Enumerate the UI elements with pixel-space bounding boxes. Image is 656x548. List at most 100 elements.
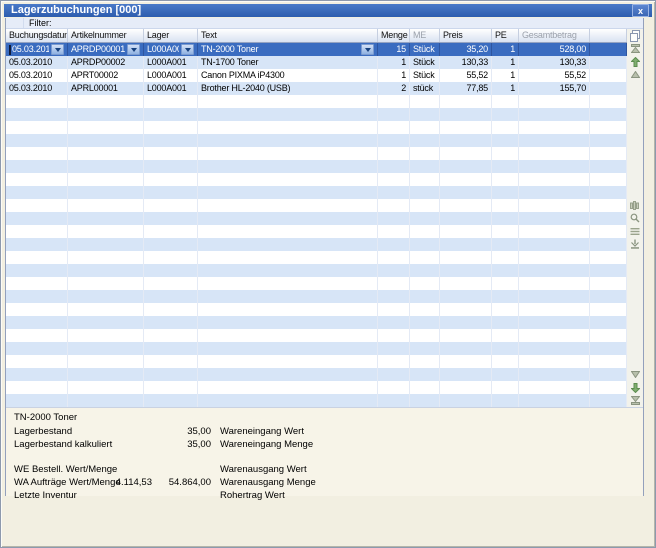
cell-preis xyxy=(440,316,492,329)
cell-me xyxy=(410,134,440,147)
filter-bar[interactable]: Filter: xyxy=(6,18,643,29)
table-row-empty[interactable] xyxy=(6,303,627,316)
table-row-empty[interactable] xyxy=(6,95,627,108)
cell-preis xyxy=(440,290,492,303)
cell-text xyxy=(198,368,378,381)
cell-me xyxy=(410,303,440,316)
table-row-empty[interactable] xyxy=(6,225,627,238)
cell-menge xyxy=(378,212,410,225)
table-row-empty[interactable] xyxy=(6,212,627,225)
table-row-empty[interactable] xyxy=(6,277,627,290)
cell-text: Canon PIXMA iP4300 xyxy=(198,69,378,82)
table-row-empty[interactable] xyxy=(6,147,627,160)
cell-lager: L000A001 xyxy=(144,56,198,69)
cell-lager xyxy=(144,121,198,134)
cell-pe xyxy=(492,173,519,186)
summary-article: TN-2000 Toner xyxy=(14,412,77,424)
cell-preis xyxy=(440,225,492,238)
search-icon[interactable] xyxy=(627,212,643,225)
table-row-empty[interactable] xyxy=(6,108,627,121)
table-row-empty[interactable] xyxy=(6,316,627,329)
cell-me xyxy=(410,368,440,381)
cell-gesamtbetrag xyxy=(519,147,590,160)
cell-pe xyxy=(492,186,519,199)
column-header-artikelnummer[interactable]: Artikelnummer xyxy=(68,29,144,42)
table-row[interactable]: 05.03.2010APRDP00001L000A001TN-2000 Tone… xyxy=(6,43,627,56)
column-header-buchungsdatum[interactable]: Buchungsdatum xyxy=(6,29,68,42)
titlebar[interactable]: Lagerzubuchungen [000] x xyxy=(4,4,652,17)
chevron-down-icon[interactable] xyxy=(127,44,140,55)
cell-gesamtbetrag xyxy=(519,199,590,212)
table-row-empty[interactable] xyxy=(6,173,627,186)
table-row-empty[interactable] xyxy=(6,342,627,355)
column-header-gesamtbetrag[interactable]: Gesamtbetrag xyxy=(519,29,590,42)
cell-me xyxy=(410,95,440,108)
table-row-empty[interactable] xyxy=(6,394,627,407)
summary-row: Letzte InventurRohertrag Wert xyxy=(6,489,643,502)
cell-preis xyxy=(440,134,492,147)
column-header-lager[interactable]: Lager xyxy=(144,29,198,42)
cell-text xyxy=(198,329,378,342)
table-row-empty[interactable] xyxy=(6,329,627,342)
column-header-spacer[interactable] xyxy=(590,29,627,42)
chevron-down-icon[interactable] xyxy=(51,44,64,55)
cell-pe xyxy=(492,303,519,316)
cell-me: Stück xyxy=(410,43,440,56)
table-row-empty[interactable] xyxy=(6,199,627,212)
table-row-empty[interactable] xyxy=(6,134,627,147)
cell-buchungsdatum xyxy=(6,329,68,342)
table-row-empty[interactable] xyxy=(6,121,627,134)
table-row[interactable]: 05.03.2010APRL00001L000A001Brother HL-20… xyxy=(6,82,627,95)
columns-icon[interactable] xyxy=(627,199,643,212)
row-up-icon[interactable] xyxy=(627,68,643,81)
scroll-bottom-icon[interactable] xyxy=(627,394,643,407)
cell-menge xyxy=(378,225,410,238)
column-header-preis[interactable]: Preis xyxy=(440,29,492,42)
cell-artikelnummer xyxy=(68,134,144,147)
cell-menge xyxy=(378,264,410,277)
cell-menge xyxy=(378,238,410,251)
scroll-top-icon[interactable] xyxy=(627,42,643,55)
table-row-empty[interactable] xyxy=(6,290,627,303)
column-header-pe[interactable]: PE xyxy=(492,29,519,42)
table-row-empty[interactable] xyxy=(6,355,627,368)
summary-label: Lagerbestand xyxy=(14,425,72,438)
table-row-empty[interactable] xyxy=(6,160,627,173)
filter-label: Filter: xyxy=(24,18,52,29)
cell-buchungsdatum xyxy=(6,303,68,316)
table-row-empty[interactable] xyxy=(6,368,627,381)
column-header-me[interactable]: ME xyxy=(410,29,440,42)
cell-pe xyxy=(492,225,519,238)
cell-artikelnummer xyxy=(68,108,144,121)
close-button[interactable]: x xyxy=(632,4,649,17)
chevron-down-icon[interactable] xyxy=(181,44,194,55)
table-row[interactable]: 05.03.2010APRDP00002L000A001TN-1700 Tone… xyxy=(6,56,627,69)
cell-gesamtbetrag xyxy=(519,95,590,108)
table-row-empty[interactable] xyxy=(6,264,627,277)
chevron-down-icon[interactable] xyxy=(361,44,374,55)
goto-row-icon[interactable] xyxy=(627,238,643,251)
column-header-menge[interactable]: Menge xyxy=(378,29,410,42)
table-row-empty[interactable] xyxy=(6,186,627,199)
cell-pe: 1 xyxy=(492,69,519,82)
column-header-text[interactable]: Text xyxy=(198,29,378,42)
cell-text xyxy=(198,134,378,147)
cell-text xyxy=(198,147,378,160)
cell-pe xyxy=(492,251,519,264)
scroll-down-icon[interactable] xyxy=(627,381,643,394)
copy-icon[interactable] xyxy=(627,29,643,42)
summary-row: Lagerbestand35,00Wareneingang Wert xyxy=(6,425,643,438)
cell-pe xyxy=(492,212,519,225)
cell-artikelnummer xyxy=(68,186,144,199)
cell-pe xyxy=(492,108,519,121)
list-icon[interactable] xyxy=(627,225,643,238)
table-row[interactable]: 05.03.2010APRT00002L000A001Canon PIXMA i… xyxy=(6,69,627,82)
row-down-icon[interactable] xyxy=(627,368,643,381)
cell-lager xyxy=(144,173,198,186)
cell-text xyxy=(198,303,378,316)
cell-gesamtbetrag xyxy=(519,342,590,355)
table-row-empty[interactable] xyxy=(6,381,627,394)
table-row-empty[interactable] xyxy=(6,251,627,264)
scroll-up-icon[interactable] xyxy=(627,55,643,68)
table-row-empty[interactable] xyxy=(6,238,627,251)
